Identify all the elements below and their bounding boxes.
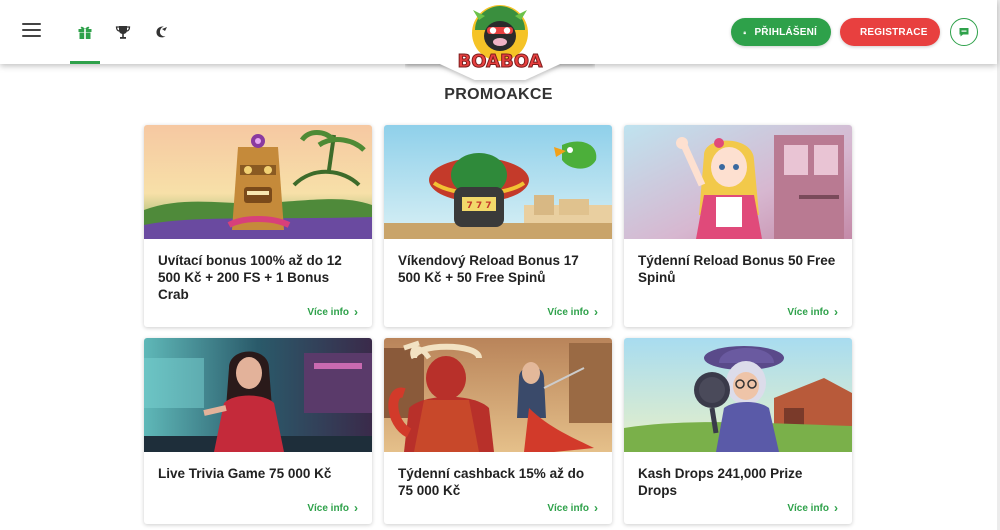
promo-card[interactable]: Live Trivia Game 75 000 Kč Více info › — [144, 338, 372, 524]
chevron-right-icon: › — [354, 501, 358, 515]
page-title: PROMOAKCE — [444, 86, 553, 103]
more-info-label: Více info — [787, 306, 829, 318]
more-info-label: Více info — [307, 306, 349, 318]
promo-title: Uvítací bonus 100% až do 12 500 Kč + 200… — [158, 253, 342, 302]
chevron-right-icon: › — [594, 501, 598, 515]
login-label: PŘIHLÁŠENÍ — [754, 26, 817, 38]
more-info-label: Více info — [547, 306, 589, 318]
promo-card[interactable]: Týdenní cashback 15% až do 75 000 Kč Víc… — [384, 338, 612, 524]
login-button[interactable]: PŘIHLÁŠENÍ — [731, 18, 831, 46]
tab-tournaments[interactable] — [108, 0, 138, 64]
promo-title: Týdenní cashback 15% až do 75 000 Kč — [398, 466, 585, 498]
more-info-label: Více info — [307, 502, 349, 514]
chevron-right-icon: › — [834, 305, 838, 319]
promo-image-tiki — [144, 125, 372, 239]
promo-image-anime-girl — [624, 125, 852, 239]
more-info-link[interactable]: Více info › — [307, 305, 358, 319]
svg-text:7 7 7: 7 7 7 — [466, 201, 491, 211]
boaboa-logo[interactable]: BOABOA — [455, 0, 545, 80]
logo-wordmark: BOABOA — [457, 51, 543, 73]
tab-promotions[interactable] — [70, 0, 100, 64]
chevron-right-icon: › — [594, 305, 598, 319]
tab-sports[interactable] — [146, 0, 176, 64]
more-info-link[interactable]: Více info › — [547, 501, 598, 515]
chat-button[interactable] — [950, 18, 978, 46]
register-label: REGISTRACE — [860, 26, 928, 38]
promo-card[interactable]: Kash Drops 241,000 Prize Drops Více info… — [624, 338, 852, 524]
chat-icon — [959, 28, 969, 37]
lock-icon — [743, 30, 746, 34]
promo-card[interactable]: Uvítací bonus 100% až do 12 500 Kč + 200… — [144, 125, 372, 327]
more-info-link[interactable]: Více info › — [307, 501, 358, 515]
moon-icon — [156, 26, 167, 38]
promo-title: Víkendový Reload Bonus 17 500 Kč + 50 Fr… — [398, 253, 579, 285]
promo-image-sombrero: 7 7 7 — [384, 125, 612, 239]
promo-image-live-dealer — [144, 338, 372, 452]
chevron-right-icon: › — [354, 305, 358, 319]
promo-title: Týdenní Reload Bonus 50 Free Spinů — [638, 253, 836, 285]
register-button[interactable]: REGISTRACE — [840, 18, 940, 46]
promo-card[interactable]: 7 7 7 Víkendový Reload Bonus 17 500 Kč +… — [384, 125, 612, 327]
promo-title: Live Trivia Game 75 000 Kč — [158, 466, 332, 481]
menu-icon[interactable] — [22, 23, 41, 39]
more-info-link[interactable]: Více info › — [547, 305, 598, 319]
more-info-label: Více info — [787, 502, 829, 514]
more-info-link[interactable]: Více info › — [787, 305, 838, 319]
chevron-right-icon: › — [834, 501, 838, 515]
svg-text:BOABOA: BOABOA — [458, 51, 543, 72]
promo-title: Kash Drops 241,000 Prize Drops — [638, 466, 803, 498]
promo-card[interactable]: Týdenní Reload Bonus 50 Free Spinů Více … — [624, 125, 852, 327]
more-info-link[interactable]: Více info › — [787, 501, 838, 515]
gift-icon — [78, 26, 92, 39]
promo-image-bull — [384, 338, 612, 452]
more-info-label: Více info — [547, 502, 589, 514]
trophy-icon — [115, 26, 131, 39]
promo-image-granny — [624, 338, 852, 452]
